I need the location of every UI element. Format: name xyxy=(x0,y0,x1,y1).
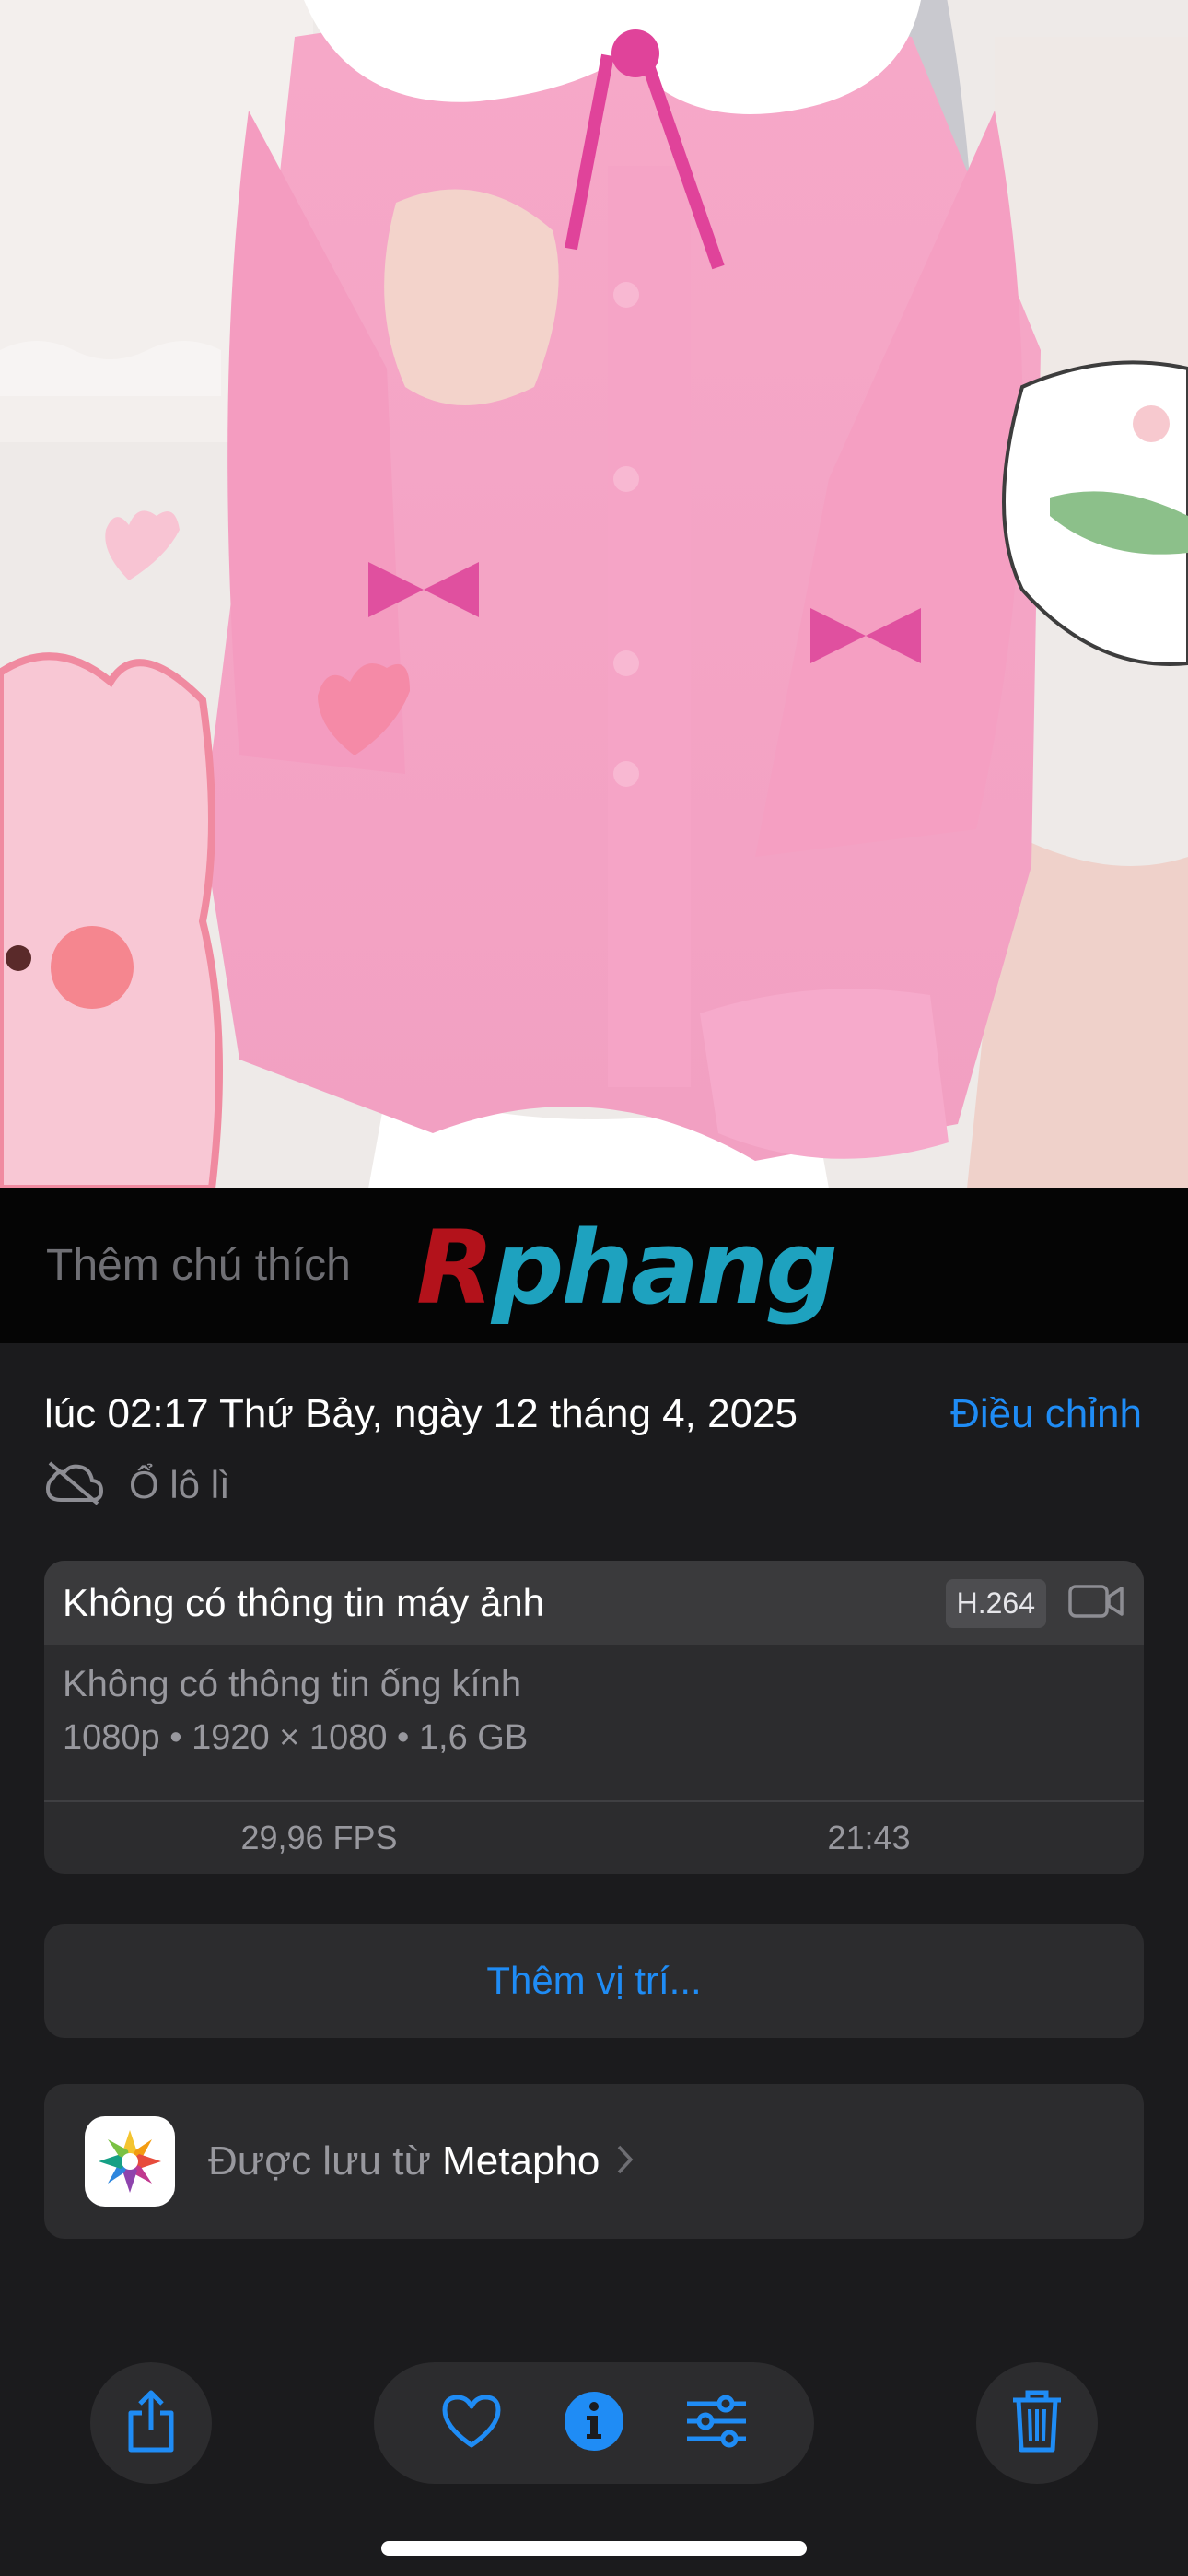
watermark-part-2: phang xyxy=(491,1209,838,1327)
action-pill xyxy=(374,2362,814,2484)
date-time-label: lúc 02:17 Thứ Bảy, ngày 12 tháng 4, 2025 xyxy=(44,1391,798,1436)
album-label: Ổ lô lì xyxy=(129,1462,230,1506)
saved-from-app-name: Metapho xyxy=(442,2138,600,2184)
chevron-right-icon xyxy=(616,2144,635,2180)
home-indicator[interactable] xyxy=(381,2541,807,2556)
caption-bar: Thêm chú thích Rphang xyxy=(0,1188,1188,1343)
share-button[interactable] xyxy=(90,2362,212,2484)
metapho-app-icon xyxy=(85,2116,175,2207)
video-specs-label: 1080p • 1920 × 1080 • 1,6 GB xyxy=(63,1718,529,1757)
favorite-button[interactable] xyxy=(435,2386,508,2460)
album-row: Ổ lô lì xyxy=(44,1459,230,1510)
camera-info-label: Không có thông tin máy ảnh xyxy=(63,1581,545,1624)
metadata-footer: 29,96 FPS 21:43 xyxy=(44,1800,1144,1874)
lens-info-label: Không có thông tin ống kính xyxy=(63,1664,522,1704)
saved-from-prefix: Được lưu từ xyxy=(208,2138,443,2184)
duration-label: 21:43 xyxy=(827,1819,911,1856)
adjust-date-button[interactable]: Điều chỉnh xyxy=(950,1391,1142,1437)
saved-from-label: Được lưu từ Metapho xyxy=(208,2138,600,2184)
share-icon xyxy=(123,2389,179,2458)
caption-input[interactable]: Thêm chú thích xyxy=(46,1240,351,1291)
heart-icon xyxy=(441,2394,502,2453)
add-location-button[interactable]: Thêm vị trí... xyxy=(44,1924,1144,2038)
metadata-body: Không có thông tin ống kính 1080p • 1920… xyxy=(44,1645,1144,1800)
saved-from-row[interactable]: Được lưu từ Metapho xyxy=(44,2084,1144,2239)
codec-badge: H.264 xyxy=(945,1578,1046,1628)
info-icon xyxy=(563,2390,625,2457)
watermark-logo: Rphang xyxy=(416,1209,838,1327)
video-camera-icon xyxy=(1068,1583,1125,1624)
trash-icon xyxy=(1009,2389,1065,2458)
info-panel: lúc 02:17 Thứ Bảy, ngày 12 tháng 4, 2025… xyxy=(0,1343,1188,2576)
adjust-button[interactable] xyxy=(680,2386,753,2460)
fps-label: 29,96 FPS xyxy=(240,1819,398,1856)
cloud-off-icon xyxy=(44,1459,105,1510)
watermark-part-1: R xyxy=(416,1209,495,1327)
photo-viewer[interactable] xyxy=(0,0,1188,1188)
delete-button[interactable] xyxy=(976,2362,1098,2484)
info-button[interactable] xyxy=(557,2386,631,2460)
photo-content xyxy=(0,0,1188,1188)
metadata-header: Không có thông tin máy ảnh H.264 xyxy=(44,1561,1144,1645)
metadata-card: Không có thông tin máy ảnh H.264 Không c… xyxy=(44,1561,1144,1874)
adjust-icon xyxy=(685,2395,748,2453)
